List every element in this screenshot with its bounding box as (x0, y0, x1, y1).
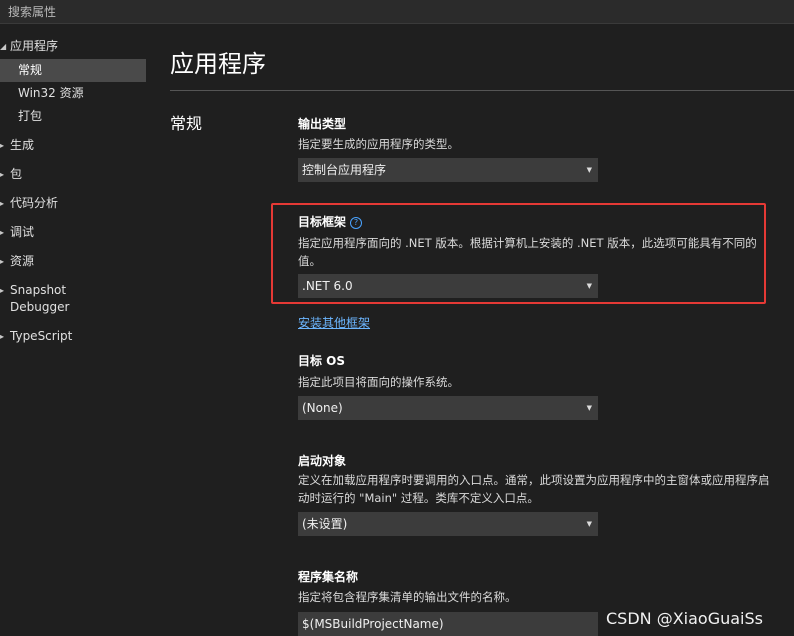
collapsed-arrow-icon[interactable]: ▸ (0, 224, 8, 241)
page-title: 应用程序 (170, 50, 266, 78)
chevron-down-icon: ▼ (586, 404, 592, 412)
nav-group-debug[interactable]: ▸ 调试 (0, 224, 150, 241)
highlight-annotation-box (271, 203, 766, 304)
nav-item-general[interactable]: 常规 (0, 59, 146, 82)
watermark-text: CSDN @XiaoGuaiSs (606, 609, 763, 628)
collapsed-arrow-icon[interactable]: ▸ (0, 137, 8, 154)
nav-group-typescript[interactable]: ▸ TypeScript (0, 328, 150, 345)
collapsed-arrow-icon[interactable]: ▸ (0, 253, 8, 270)
sidebar: ◢ 应用程序 常规 Win32 资源 打包 ▸ 生成 ▸ 包 ▸ 代码分析 ▸ … (0, 38, 150, 345)
nav-group-snapshot-debugger[interactable]: ▸ Snapshot Debugger (0, 282, 150, 316)
assembly-name-label: 程序集名称 (298, 570, 359, 584)
nav-group-package[interactable]: ▸ 包 (0, 166, 150, 183)
startup-object-description: 定义在加载应用程序时要调用的入口点。通常，此项设置为应用程序中的主窗体或应用程序… (298, 473, 770, 505)
title-divider (170, 90, 794, 91)
chevron-down-icon: ▼ (586, 166, 592, 174)
nav-group-code-analysis[interactable]: ▸ 代码分析 (0, 195, 150, 212)
startup-object-select[interactable]: (未设置) ▼ (298, 512, 598, 536)
assembly-name-input[interactable]: $(MSBuildProjectName) (298, 612, 598, 636)
nav-group-build[interactable]: ▸ 生成 (0, 137, 150, 154)
expanded-arrow-icon[interactable]: ◢ (0, 38, 8, 55)
search-placeholder: 搜索属性 (8, 5, 57, 19)
target-os-description: 指定此项目将面向的操作系统。 (298, 375, 459, 389)
install-other-frameworks-link[interactable]: 安装其他框架 (298, 314, 370, 331)
collapsed-arrow-icon[interactable]: ▸ (0, 166, 8, 183)
nav-group-application[interactable]: ◢ 应用程序 (0, 38, 150, 55)
target-os-label: 目标 OS (298, 354, 346, 368)
output-type-select[interactable]: 控制台应用程序 ▼ (298, 158, 598, 182)
chevron-down-icon: ▼ (586, 520, 592, 528)
search-properties-input[interactable]: 搜索属性 (0, 0, 794, 24)
collapsed-arrow-icon[interactable]: ▸ (0, 195, 8, 212)
output-type-label: 输出类型 (298, 117, 347, 131)
target-os-select[interactable]: (None) ▼ (298, 396, 598, 420)
nav-item-packaging[interactable]: 打包 (0, 105, 150, 128)
collapsed-arrow-icon[interactable]: ▸ (0, 328, 8, 345)
nav-item-win32-resources[interactable]: Win32 资源 (0, 82, 150, 105)
assembly-name-description: 指定将包含程序集清单的输出文件的名称。 (298, 590, 517, 604)
nav-group-resources[interactable]: ▸ 资源 (0, 253, 150, 270)
output-type-description: 指定要生成的应用程序的类型。 (298, 137, 459, 151)
collapsed-arrow-icon[interactable]: ▸ (0, 282, 8, 299)
section-title-general: 常规 (170, 114, 203, 133)
startup-object-label: 启动对象 (298, 454, 347, 468)
